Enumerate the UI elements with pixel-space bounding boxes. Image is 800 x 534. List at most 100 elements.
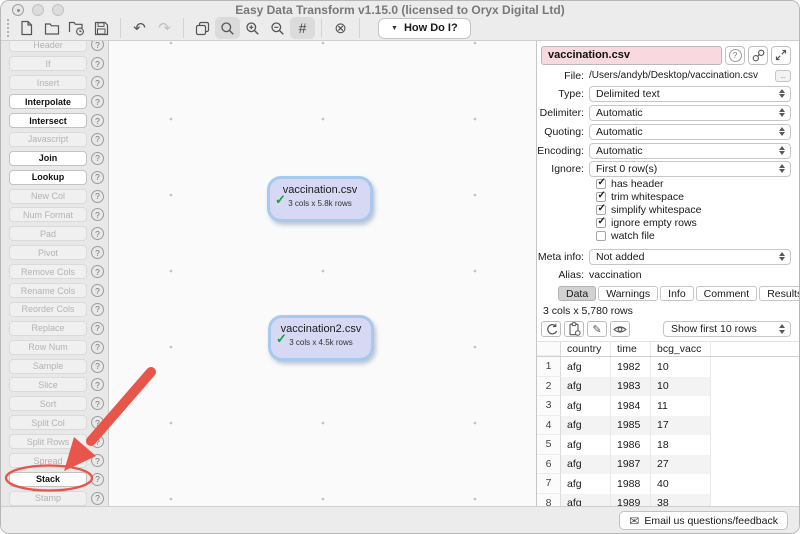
new-file-button[interactable] [14, 17, 39, 39]
link-button[interactable] [748, 46, 768, 65]
toolbar-drag-handle[interactable] [7, 19, 10, 37]
type-select[interactable]: Delimited text [589, 86, 791, 102]
has-header-checkbox[interactable] [596, 179, 606, 189]
undo-button[interactable]: ↶ [127, 17, 152, 39]
has-header-label: has header [611, 178, 664, 190]
cell: 18 [651, 435, 711, 455]
sidebar-item-join[interactable]: Join [9, 151, 87, 166]
sidebar-item-lookup[interactable]: Lookup [9, 170, 87, 185]
simplify-whitespace-checkbox[interactable] [596, 205, 606, 215]
alias-value[interactable]: vaccination [589, 269, 642, 281]
toolbar-separator [120, 18, 121, 38]
find-button[interactable] [215, 17, 240, 39]
toggle-grid-button[interactable]: # [290, 17, 315, 39]
table-row: 1afg198210 [537, 357, 799, 377]
help-icon[interactable]: ? [91, 265, 104, 278]
alias-row: Alias: vaccination [537, 266, 799, 284]
sidebar-item-new-col: New Col [9, 189, 87, 204]
view-button[interactable] [610, 321, 630, 337]
help-icon[interactable]: ? [91, 190, 104, 203]
column-header-bcg-vacc[interactable]: bcg_vacc [651, 342, 711, 356]
help-icon[interactable]: ? [91, 246, 104, 259]
zoom-in-button[interactable] [240, 17, 265, 39]
recent-files-button[interactable] [64, 17, 89, 39]
duplicate-button[interactable] [190, 17, 215, 39]
rows-filter-value: Show first 10 rows [671, 323, 757, 335]
help-icon[interactable]: ? [91, 473, 104, 486]
cancel-button[interactable]: ⊗ [328, 17, 353, 39]
cell: afg [561, 357, 611, 377]
item-name-field[interactable]: vaccination.csv [541, 46, 722, 65]
table-row: 7afg198840 [537, 474, 799, 494]
save-button[interactable] [89, 17, 114, 39]
redo-button[interactable]: ↷ [152, 17, 177, 39]
help-icon[interactable]: ? [91, 303, 104, 316]
edit-button[interactable]: ✎ [587, 321, 607, 337]
help-icon[interactable]: ? [91, 41, 104, 51]
delimiter-select[interactable]: Automatic [589, 105, 791, 121]
cell: 1984 [611, 396, 651, 416]
help-icon[interactable]: ? [91, 208, 104, 221]
help-icon[interactable]: ? [91, 322, 104, 335]
help-button[interactable]: ? [725, 46, 745, 65]
help-icon[interactable]: ? [91, 76, 104, 89]
help-icon[interactable]: ? [91, 152, 104, 165]
encoding-value: Automatic [596, 145, 643, 157]
expand-button[interactable] [771, 46, 791, 65]
data-table[interactable]: country time bcg_vacc 1afg198210 2afg198… [537, 341, 799, 506]
recent-files-icon [68, 20, 85, 36]
zoom-out-button[interactable] [265, 17, 290, 39]
help-icon[interactable]: ? [91, 454, 104, 467]
help-icon[interactable]: ? [91, 416, 104, 429]
browse-file-button[interactable]: .. [775, 70, 791, 82]
help-icon[interactable]: ? [91, 341, 104, 354]
main-toolbar: ↶ ↷ # ⊗ ▼ How Do I? [6, 16, 471, 40]
watch-file-checkbox[interactable] [596, 231, 606, 241]
expand-icon [775, 49, 787, 61]
rows-filter-select[interactable]: Show first 10 rows [663, 321, 791, 337]
dataset-node-vaccination2[interactable]: ✓ vaccination2.csv 3 cols x 4.5k rows [268, 315, 374, 361]
clipboard-icon [568, 322, 581, 336]
window-title: Easy Data Transform v1.15.0 (licensed to… [1, 3, 799, 17]
help-icon[interactable]: ? [91, 378, 104, 391]
refresh-button[interactable] [541, 321, 561, 337]
ignore-empty-rows-checkbox[interactable] [596, 218, 606, 228]
help-icon[interactable]: ? [91, 171, 104, 184]
dataset-node-vaccination[interactable]: ✓ vaccination.csv 3 cols x 5.8k rows [267, 176, 373, 222]
sidebar-item-intersect[interactable]: Intersect [9, 113, 87, 128]
open-file-button[interactable] [39, 17, 64, 39]
zoom-in-icon [245, 21, 260, 36]
meta-info-select[interactable]: Not added [589, 249, 791, 265]
help-icon[interactable]: ? [91, 114, 104, 127]
tab-info[interactable]: Info [660, 286, 694, 301]
help-icon[interactable]: ? [91, 397, 104, 410]
stepper-icon [775, 89, 785, 99]
quoting-select[interactable]: Automatic [589, 124, 791, 140]
help-icon[interactable]: ? [91, 492, 104, 505]
flow-canvas[interactable]: ✓ vaccination.csv 3 cols x 5.8k rows ✓ v… [109, 41, 537, 506]
trim-whitespace-checkbox[interactable] [596, 192, 606, 202]
encoding-select[interactable]: Automatic [589, 143, 791, 159]
sidebar-item-interpolate[interactable]: Interpolate [9, 94, 87, 109]
help-icon[interactable]: ? [91, 95, 104, 108]
help-icon[interactable]: ? [91, 435, 104, 448]
help-icon[interactable]: ? [91, 57, 104, 70]
simplify-whitespace-row: simplify whitespace [596, 203, 799, 216]
tab-data[interactable]: Data [558, 286, 596, 301]
help-icon[interactable]: ? [91, 133, 104, 146]
help-icon[interactable]: ? [91, 360, 104, 373]
column-header-country[interactable]: country [561, 342, 611, 356]
tab-comment[interactable]: Comment [696, 286, 758, 301]
copy-to-clipboard-button[interactable] [564, 321, 584, 337]
ignore-rows-stepper[interactable]: First 0 row(s) [589, 161, 791, 177]
encoding-label: Encoding: [537, 145, 589, 157]
tab-warnings[interactable]: Warnings [598, 286, 658, 301]
column-header-time[interactable]: time [611, 342, 651, 356]
sidebar-item-stack[interactable]: Stack [9, 472, 87, 487]
feedback-button[interactable]: ✉ Email us questions/feedback [619, 511, 788, 530]
inspector-tabs: Data Warnings Info Comment Results [558, 286, 791, 301]
tab-results[interactable]: Results [759, 286, 800, 301]
help-icon[interactable]: ? [91, 227, 104, 240]
how-do-i-button[interactable]: ▼ How Do I? [378, 18, 471, 39]
help-icon[interactable]: ? [91, 284, 104, 297]
